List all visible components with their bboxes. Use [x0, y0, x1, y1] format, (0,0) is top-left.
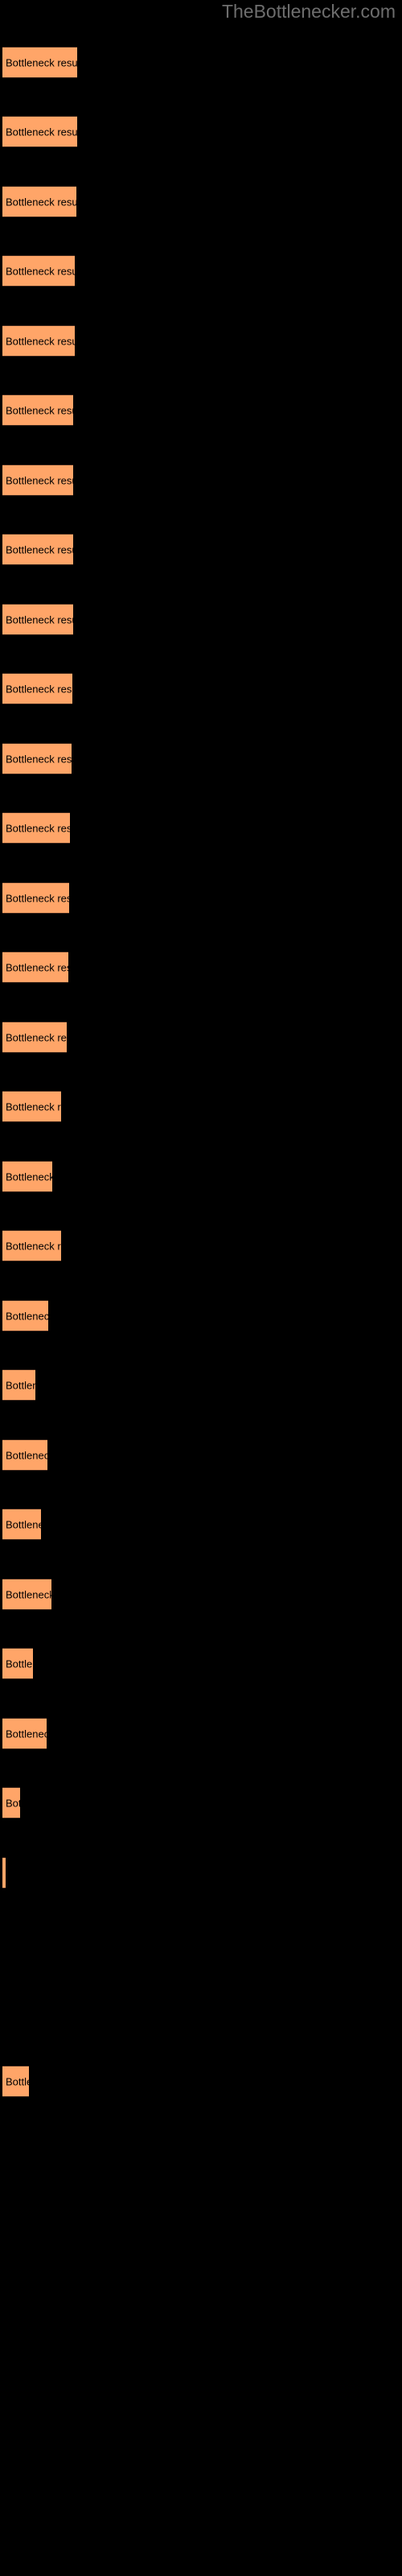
bar-label: Bottleneck result — [6, 822, 70, 834]
bar-label: Bottleneck result — [6, 1588, 51, 1600]
bar-15[interactable]: Bottleneck result — [2, 1022, 67, 1053]
bar-18[interactable]: Bottleneck result — [2, 1230, 61, 1261]
bar-21[interactable]: Bottleneck result — [2, 1439, 47, 1471]
bar-17[interactable]: Bottleneck result — [2, 1161, 52, 1192]
bar-26[interactable]: Bottleneck result — [2, 1787, 20, 1818]
bar-2[interactable]: Bottleneck result — [2, 116, 77, 147]
bar-7[interactable]: Bottleneck result — [2, 464, 73, 496]
bar-label: Bottleneck result — [6, 1379, 35, 1391]
bar-label: Bottleneck result — [6, 126, 77, 138]
bar-label: Bottleneck result — [6, 1031, 67, 1043]
bar-1[interactable]: Bottleneck result — [2, 47, 77, 78]
bar-label: Bottleneck result — [6, 753, 72, 765]
bar-5[interactable]: Bottleneck result — [2, 325, 75, 357]
bar-9[interactable]: Bottleneck result — [2, 604, 73, 635]
bar-22[interactable]: Bottleneck result — [2, 1509, 41, 1540]
bar-24[interactable]: Bottleneck result — [2, 1648, 33, 1679]
bottleneck-bar-chart: TheBottlenecker.com Bottleneck result Bot… — [0, 0, 402, 2576]
bar-label: Bottleneck result — [6, 265, 75, 277]
bar-label: Bottleneck result — [6, 1449, 47, 1461]
bar-3[interactable]: Bottleneck result — [2, 186, 76, 217]
bar-10[interactable]: Bottleneck result — [2, 673, 72, 704]
bar-20[interactable]: Bottleneck result — [2, 1369, 35, 1401]
bar-label: Bottleneck result — [6, 892, 69, 904]
bar-label: Bottleneck result — [6, 2075, 29, 2087]
bar-label: Bottleneck result — [6, 1657, 33, 1670]
bar-label: Bottleneck result — [6, 1728, 47, 1740]
bar-label: Bottleneck result — [6, 613, 73, 625]
bar-30[interactable]: Bottleneck result — [2, 2066, 29, 2097]
bar-label: Bottleneck result — [6, 683, 72, 695]
bar-13[interactable]: Bottleneck result — [2, 882, 69, 914]
bar-27[interactable]: Bottleneck result — [2, 1857, 6, 1889]
bar-6[interactable]: Bottleneck result — [2, 394, 73, 426]
bar-4[interactable]: Bottleneck result — [2, 255, 75, 287]
bar-16[interactable]: Bottleneck result — [2, 1091, 61, 1122]
bar-label: Bottleneck result — [6, 1310, 48, 1322]
bar-label: Bottleneck result — [6, 1518, 41, 1530]
bar-12[interactable]: Bottleneck result — [2, 812, 70, 844]
bar-label: Bottleneck result — [6, 1100, 61, 1113]
bar-14[interactable]: Bottleneck result — [2, 952, 68, 983]
bar-11[interactable]: Bottleneck result — [2, 743, 72, 774]
bar-label: Bottleneck result — [6, 961, 68, 973]
bar-label: Bottleneck result — [6, 404, 73, 416]
bar-25[interactable]: Bottleneck result — [2, 1718, 47, 1749]
bar-label: Bottleneck result — [6, 56, 77, 68]
bar-label: Bottleneck result — [6, 1240, 61, 1252]
bar-label: Bottleneck result — [6, 335, 75, 347]
bar-label: Bottleneck result — [6, 474, 73, 486]
site-watermark: TheBottlenecker.com — [221, 1, 396, 22]
bar-label: Bottleneck result — [6, 1170, 52, 1183]
bar-label: Bottleneck result — [6, 196, 76, 208]
bar-23[interactable]: Bottleneck result — [2, 1579, 51, 1610]
bar-label: Bottleneck result — [6, 1797, 20, 1809]
bar-8[interactable]: Bottleneck result — [2, 534, 73, 565]
bar-19[interactable]: Bottleneck result — [2, 1300, 48, 1331]
bar-label: Bottleneck result — [6, 543, 73, 555]
